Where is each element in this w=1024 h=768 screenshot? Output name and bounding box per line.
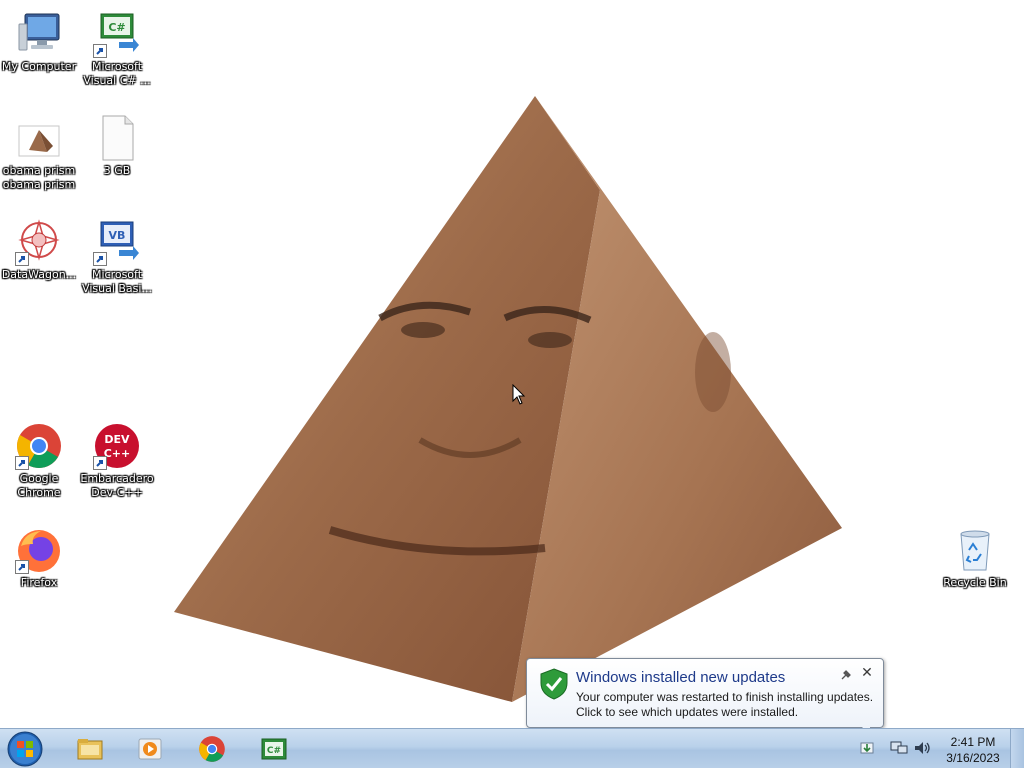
taskbar-visual-csharp-button[interactable]: C# (246, 731, 302, 767)
svg-text:C#: C# (267, 746, 281, 756)
pyramid-image-icon (15, 114, 63, 162)
pin-icon[interactable] (840, 669, 852, 681)
shortcut-arrow-icon (15, 560, 29, 574)
windows-update-tray-icon[interactable] (858, 739, 876, 757)
desktop-icon-label: obama prism obama prism (2, 164, 76, 191)
explorer-icon (77, 739, 103, 760)
show-desktop-button[interactable] (1010, 729, 1024, 768)
desktop-icon-visual-basic[interactable]: VB Microsoft Visual Basi... (78, 218, 156, 296)
desktop-icon-label: Google Chrome (17, 472, 61, 499)
update-notification-balloon[interactable]: Windows installed new updates Your compu… (526, 658, 884, 737)
desktop-icon-obama-prism[interactable]: obama prism obama prism (0, 114, 78, 192)
desktop-icon-label: DataWagon... (1, 268, 77, 281)
desktop-icon-label: Microsoft Visual Basi... (82, 268, 152, 295)
notification-body: Your computer was restarted to finish in… (576, 690, 873, 720)
desktop-icon-datawagon[interactable]: DataWagon... (0, 218, 78, 282)
desktop-icon-dev-cpp[interactable]: DEV C++ Embarcadero Dev-C++ (78, 422, 156, 500)
recycle-bin-icon (951, 526, 999, 574)
vb-icon: VB (93, 218, 141, 266)
chrome-icon (15, 422, 63, 470)
notification-line-2: Click to see which updates were installe… (576, 705, 799, 719)
clock-time: 2:41 PM (950, 735, 996, 749)
desktop-icon-3gb[interactable]: 3 GB (78, 114, 156, 178)
taskbar-media-player-button[interactable] (122, 731, 178, 767)
datawagon-icon (15, 218, 63, 266)
desktop-icon-recycle-bin[interactable]: Recycle Bin (936, 526, 1014, 590)
desktop-icon-label: 3 GB (103, 164, 131, 177)
desktop-icon-visual-csharp[interactable]: C# Microsoft Visual C# ... (78, 10, 156, 88)
notification-line-1: Your computer was restarted to finish in… (576, 690, 874, 704)
shortcut-arrow-icon (93, 252, 107, 266)
desktop-icon-label: Recycle Bin (943, 576, 1007, 589)
security-shield-icon (540, 668, 568, 700)
chrome-icon (199, 736, 225, 762)
shortcut-arrow-icon (93, 456, 107, 470)
svg-text:C#: C# (108, 21, 125, 34)
taskbar: C# 2:41 PM 3/16/2023 (0, 728, 1024, 768)
close-icon[interactable]: ✕ (860, 666, 874, 680)
firefox-icon (15, 526, 63, 574)
desktop-icon-label: My Computer (1, 60, 77, 73)
shortcut-arrow-icon (93, 44, 107, 58)
media-player-icon (138, 738, 162, 760)
svg-text:DEV: DEV (104, 433, 130, 446)
desktop-icon-label: Embarcadero Dev-C++ (80, 472, 154, 499)
start-button[interactable] (5, 730, 45, 768)
clock-date: 3/16/2023 (946, 751, 1000, 765)
csharp-icon: C# (93, 10, 141, 58)
desktop-icon-label: Microsoft Visual C# ... (83, 60, 151, 87)
taskbar-clock[interactable]: 2:41 PM 3/16/2023 (938, 734, 1008, 766)
desktop-icon-firefox[interactable]: Firefox (0, 526, 78, 590)
shortcut-arrow-icon (15, 252, 29, 266)
desktop-icon-google-chrome[interactable]: Google Chrome (0, 422, 78, 500)
csharp-icon: C# (261, 738, 287, 760)
taskbar-explorer-button[interactable] (62, 731, 118, 767)
computer-icon (15, 10, 63, 58)
svg-text:VB: VB (109, 229, 126, 242)
blank-file-icon (93, 114, 141, 162)
desktop-icon-my-computer[interactable]: My Computer (0, 10, 78, 74)
taskbar-chrome-button[interactable] (184, 731, 240, 767)
obama-prism-image (174, 96, 842, 702)
notification-title: Windows installed new updates (576, 669, 786, 686)
volume-icon[interactable] (913, 740, 931, 756)
svg-text:C++: C++ (104, 447, 131, 460)
network-icon[interactable] (890, 740, 908, 756)
devcpp-icon: DEV C++ (93, 422, 141, 470)
desktop-icon-label: Firefox (20, 576, 58, 589)
shortcut-arrow-icon (15, 456, 29, 470)
mouse-cursor-icon (512, 384, 526, 405)
